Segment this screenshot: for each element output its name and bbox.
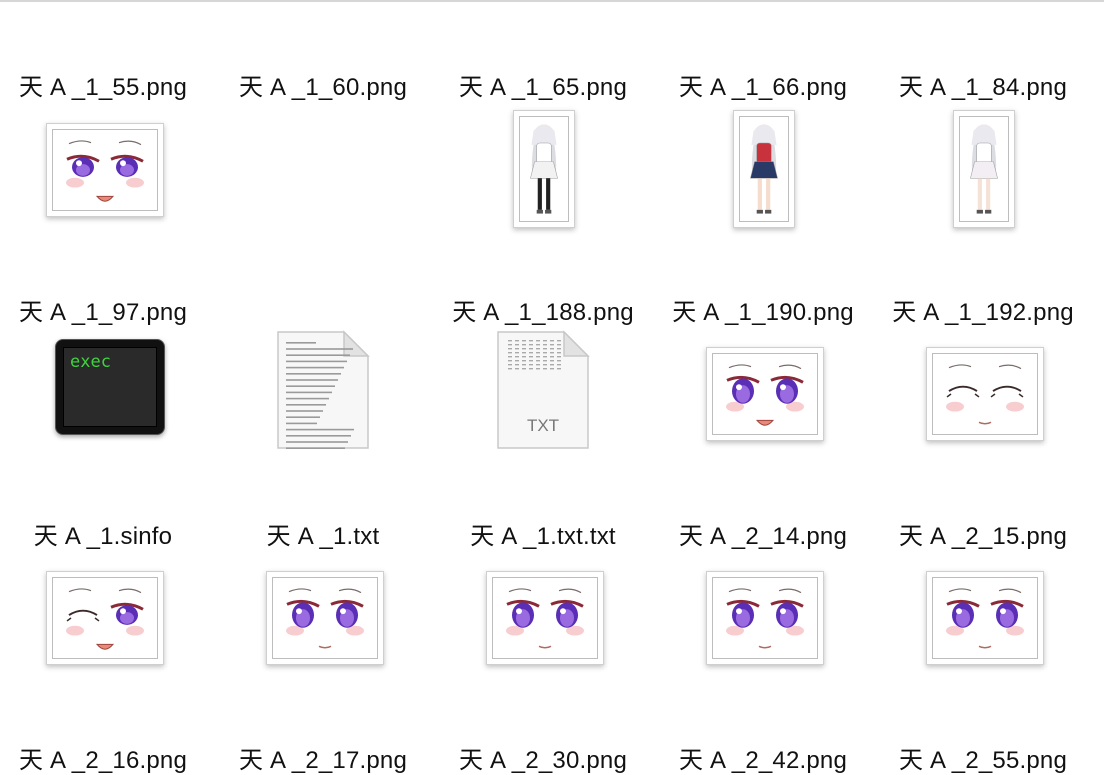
file-thumbnail[interactable] [223, 314, 423, 474]
file-item[interactable]: exec 天 A _1.sinfo [3, 310, 203, 550]
file-thumbnail[interactable] [3, 538, 203, 698]
file-thumbnail[interactable] [3, 90, 203, 250]
txt-file-icon: TXT [496, 330, 590, 450]
file-item[interactable]: 天 A _2_15.png [883, 310, 1083, 550]
image-preview-face [706, 347, 824, 441]
file-name-label[interactable]: 天 A _2_55.png [883, 740, 1083, 775]
file-icon-grid: 天 A _1_55.png 天 A _1_60.png 天 A _1_65.pn… [0, 0, 1104, 774]
file-name-label[interactable]: 天 A _2_42.png [663, 740, 863, 775]
file-thumbnail[interactable] [883, 314, 1083, 474]
terminal-exec-icon: exec [55, 339, 165, 435]
file-item[interactable]: 天 A _1_84.png [883, 0, 1083, 101]
terminal-exec-text: exec [70, 352, 111, 372]
file-thumbnail[interactable] [223, 0, 423, 25]
file-item[interactable]: 天 A _2_14.png [663, 310, 863, 550]
file-name-label[interactable]: 天 A _2_30.png [443, 740, 643, 775]
file-item[interactable]: 天 A _1_97.png [3, 86, 203, 326]
file-thumbnail[interactable] [3, 0, 203, 25]
image-preview-face [46, 571, 164, 665]
file-thumbnail[interactable] [883, 0, 1083, 25]
file-item[interactable]: 天 A _1_190.png [663, 86, 863, 326]
image-preview-face [706, 571, 824, 665]
file-item[interactable]: 天 A _1_60.png [223, 0, 423, 101]
file-item[interactable]: 天 A _2_55.png [883, 534, 1083, 774]
file-name-label[interactable]: 天 A _2_16.png [3, 740, 203, 775]
file-thumbnail[interactable] [883, 90, 1083, 250]
file-thumbnail[interactable] [443, 538, 643, 698]
image-preview-face [46, 123, 164, 217]
file-item[interactable]: 天 A _1_188.png [443, 86, 643, 326]
image-preview-figure [953, 110, 1015, 228]
image-preview-face [926, 347, 1044, 441]
file-item[interactable]: 天 A _1_55.png [3, 0, 203, 101]
image-preview-figure [733, 110, 795, 228]
file-thumbnail[interactable] [443, 90, 643, 250]
file-thumbnail[interactable] [883, 538, 1083, 698]
file-thumbnail[interactable] [663, 90, 863, 250]
file-thumbnail[interactable] [663, 0, 863, 25]
file-thumbnail[interactable]: TXT [443, 314, 643, 474]
file-item[interactable]: TXT 天 A _1.txt.txt [443, 310, 643, 550]
file-item[interactable]: 天 A _1_65.png [443, 0, 643, 101]
image-preview-figure [513, 110, 575, 228]
file-thumbnail[interactable] [663, 538, 863, 698]
file-thumbnail[interactable] [223, 538, 423, 698]
text-document-icon [276, 330, 370, 450]
image-preview-face [486, 571, 604, 665]
file-thumbnail[interactable] [663, 314, 863, 474]
txt-file-tag: TXT [526, 416, 560, 435]
file-item[interactable]: 天 A _2_30.png [443, 534, 643, 774]
file-item[interactable]: 天 A _2_17.png [223, 534, 423, 774]
file-item[interactable]: 天 A _1_66.png [663, 0, 863, 101]
file-thumbnail[interactable]: exec [3, 314, 203, 474]
image-preview-face [926, 571, 1044, 665]
file-item[interactable]: 天 A _1.txt [223, 310, 423, 550]
file-name-label[interactable]: 天 A _1_60.png [223, 67, 423, 102]
file-name-label[interactable]: 天 A _2_17.png [223, 740, 423, 775]
file-item[interactable]: 天 A _2_42.png [663, 534, 863, 774]
file-item[interactable]: 天 A _2_16.png [3, 534, 203, 774]
file-thumbnail[interactable] [443, 0, 643, 25]
file-item[interactable]: 天 A _1_192.png [883, 86, 1083, 326]
image-preview-face [266, 571, 384, 665]
